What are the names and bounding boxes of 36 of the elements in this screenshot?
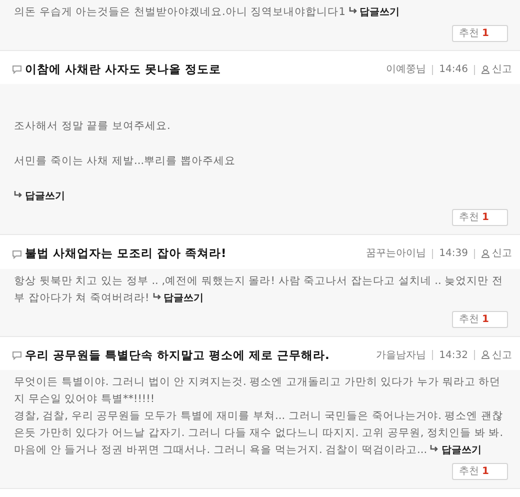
reply-arrow-icon bbox=[430, 444, 440, 453]
report-link[interactable]: 신고 bbox=[481, 246, 512, 262]
reply-link[interactable]: 답글쓰기 bbox=[348, 7, 400, 18]
recommend-button[interactable]: 추천 1 bbox=[452, 25, 508, 42]
speech-bubble-icon bbox=[12, 65, 22, 74]
person-icon bbox=[481, 64, 490, 74]
comment-title: 우리 공무원들 특별단속 하지말고 평소에 제로 근무해라. bbox=[12, 346, 330, 364]
speech-bubble-icon bbox=[12, 350, 22, 360]
speech-bubble-icon bbox=[12, 250, 22, 259]
recommend-button[interactable]: 추천 1 bbox=[452, 209, 508, 226]
author-name: 꿈꾸는아이님 bbox=[366, 247, 426, 262]
comment-time: 14:32 bbox=[439, 348, 468, 363]
comment-text: 경찰, 검찰, 우리 공무원들 모두가 특별에 재미를 부쳐... 그러니 국민들은 죽어나는거야. 평소엔 괜찮은듯 가만히 있다가 어느날 갑자기. 그러니 다들 재수 없다느니 따지지. 고위 공무원, 정치인들 봐 봐. 마음에 안 들거나 정권 바뀌면 그때서나. 그러니 욕을 먹는거지. 검찰이 떡검이라고... 답글쓰기 bbox=[14, 408, 504, 458]
comment-time: 14:46 bbox=[439, 63, 468, 78]
comment-title: 이참에 사채란 사자도 못나올 정도로 bbox=[12, 61, 222, 78]
author-name: 이예쭝님 bbox=[386, 63, 426, 78]
reply-link[interactable]: 답글쓰기 bbox=[430, 444, 482, 456]
comment-title: 불법 사채업자는 모조리 잡아 족쳐라! bbox=[12, 245, 226, 262]
recommend-button[interactable]: 추천 1 bbox=[452, 310, 508, 328]
recommend-button[interactable]: 추천 1 bbox=[452, 462, 508, 480]
reply-link[interactable]: 답글쓰기 bbox=[14, 191, 65, 202]
comment-text: 무엇이든 특별이야. 그러니 법이 안 지켜지는것. 평소엔 고개돌리고 가만히 있다가 누가 뭐라고 하던지 무슨일 있어야 특별**!!!!! bbox=[14, 374, 502, 407]
comment-text: 항상 뒷북만 치고 있는 정부 .. ,예전에 뭐했는지 몰라! 사람 죽고나서 잡는다고 설치네 .. 늦었지만 전부 잡아다가 쳐 죽여버려라! 답글쓰기 bbox=[14, 274, 504, 306]
report-link[interactable]: 신고 bbox=[481, 62, 512, 78]
reply-arrow-icon bbox=[348, 7, 358, 15]
person-icon bbox=[481, 249, 490, 258]
reply-arrow-icon bbox=[14, 191, 23, 200]
author-name: 가을남자님 bbox=[376, 348, 426, 363]
reply-arrow-icon bbox=[152, 292, 162, 300]
report-link[interactable]: 신고 bbox=[481, 348, 512, 363]
comment-text: 의돈 우습게 아는것들은 천벌받아야겠네요.아니 징역보내야합니다1 답글쓰기 bbox=[14, 5, 401, 20]
person-icon bbox=[481, 350, 490, 360]
comment-text: 서민를 죽이는 사채 제발...뿌리를 뽑아주세요 bbox=[14, 154, 236, 170]
comment-time: 14:39 bbox=[439, 247, 468, 262]
reply-link[interactable]: 답글쓰기 bbox=[152, 292, 204, 304]
comment-text: 조사해서 정말 끝를 보여주세요. bbox=[14, 119, 172, 134]
